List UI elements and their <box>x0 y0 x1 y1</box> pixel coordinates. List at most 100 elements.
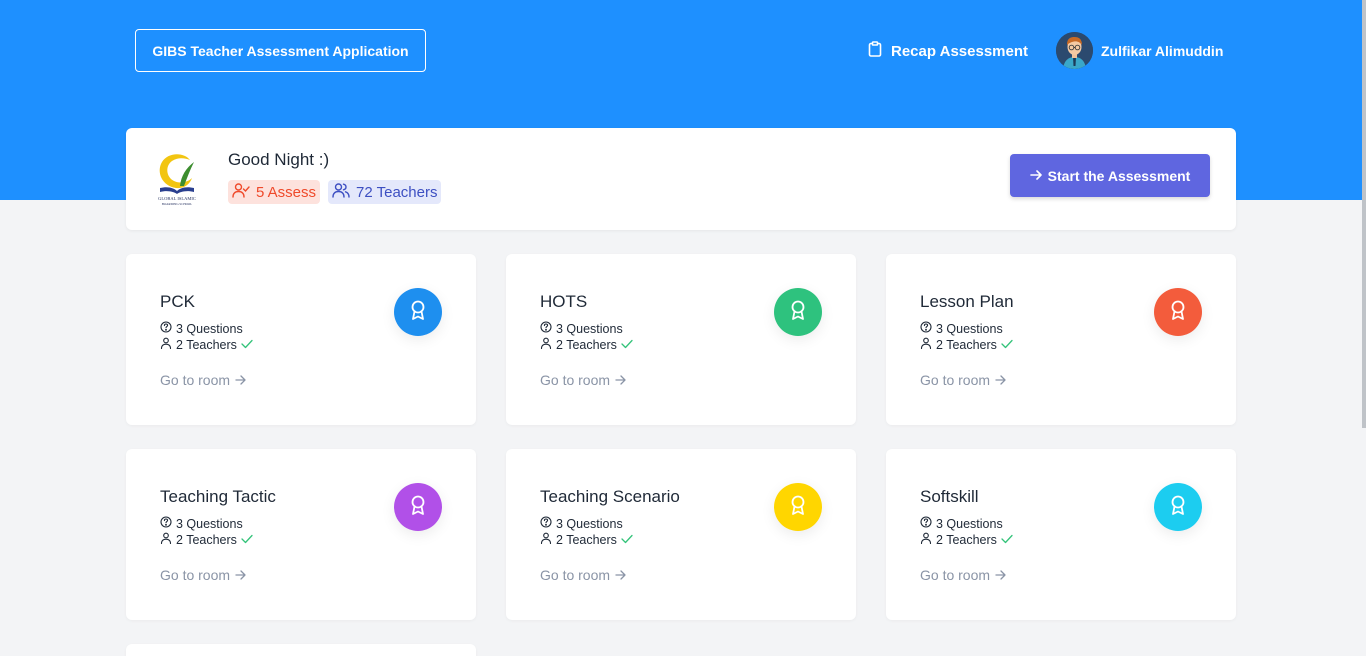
award-icon <box>408 494 428 521</box>
check-icon <box>1001 338 1013 352</box>
user-menu[interactable]: Zulfikar Alimuddin <box>1056 32 1223 69</box>
user-icon <box>920 532 932 547</box>
greeting-text: Good Night :) <box>228 150 330 169</box>
teachers-count: 2 Teachers <box>540 532 633 547</box>
arrow-right-icon <box>995 567 1006 583</box>
go-to-room-link[interactable]: Go to room <box>920 567 1006 583</box>
user-name: Zulfikar Alimuddin <box>1101 42 1224 59</box>
teachers-count-label: 72 Teachers <box>356 183 438 201</box>
award-icon <box>788 494 808 521</box>
go-to-room-label: Go to room <box>540 567 611 583</box>
card-title: Teaching Tactic <box>160 487 276 506</box>
go-to-room-link[interactable]: Go to room <box>160 372 246 388</box>
award-icon <box>1168 299 1188 326</box>
users-icon <box>332 182 350 202</box>
user-icon <box>920 337 932 352</box>
user-icon <box>160 337 172 352</box>
card-title: Teaching Scenario <box>540 487 680 506</box>
questions-label: 3 Questions <box>936 516 1003 531</box>
check-icon <box>621 338 633 352</box>
question-circle-icon <box>540 516 552 531</box>
card-title: Softskill <box>920 487 979 506</box>
assessment-card[interactable]: Teaching Scenario 3 Questions 2 Teachers Go… <box>506 449 856 620</box>
assessment-card[interactable]: Teaching Tactic 3 Questions 2 Teachers Go t… <box>126 449 476 620</box>
go-to-room-link[interactable]: Go to room <box>920 372 1006 388</box>
go-to-room-link[interactable]: Go to room <box>160 567 246 583</box>
question-circle-icon <box>920 516 932 531</box>
teachers-count: 2 Teachers <box>920 532 1013 547</box>
assess-count-badge: 5 Assess <box>228 180 321 204</box>
assess-count-label: 5 Assess <box>256 183 317 201</box>
teachers-count: 2 Teachers <box>160 532 253 547</box>
go-to-room-label: Go to room <box>160 567 231 583</box>
stats-badges: 5 Assess 72 Teachers <box>228 180 442 204</box>
arrow-right-icon <box>235 372 246 388</box>
questions-count: 3 Questions <box>540 516 623 531</box>
teachers-label: 2 Teachers <box>556 532 617 547</box>
recap-assessment-label: Recap Assessment <box>891 42 1029 60</box>
questions-count: 3 Questions <box>920 321 1003 336</box>
start-assessment-button[interactable]: Start the Assessment <box>1010 154 1210 197</box>
user-icon <box>540 532 552 547</box>
questions-count: 3 Questions <box>160 321 243 336</box>
clipboard-icon <box>868 41 882 61</box>
check-icon <box>1001 533 1013 547</box>
assessment-card[interactable]: Lesson Plan 3 Questions 2 Teachers Go to ro… <box>886 254 1236 425</box>
award-icon <box>1168 494 1188 521</box>
teachers-label: 2 Teachers <box>556 337 617 352</box>
award-badge <box>1154 483 1202 531</box>
teachers-count: 2 Teachers <box>920 337 1013 352</box>
questions-count: 3 Questions <box>540 321 623 336</box>
questions-count: 3 Questions <box>920 516 1003 531</box>
check-icon <box>241 533 253 547</box>
questions-count: 3 Questions <box>160 516 243 531</box>
assessment-card[interactable]: Softskill 3 Questions 2 Teachers Go to room <box>886 449 1236 620</box>
questions-label: 3 Questions <box>556 321 623 336</box>
school-logo: GLOBAL ISLAMIC BOARDING SCHOOL <box>150 146 204 210</box>
assessment-card[interactable]: PCK 3 Questions 2 Teachers Go to room <box>126 254 476 425</box>
questions-label: 3 Questions <box>936 321 1003 336</box>
user-icon <box>540 337 552 352</box>
check-icon <box>621 533 633 547</box>
award-badge <box>774 288 822 336</box>
award-badge <box>394 288 442 336</box>
question-circle-icon <box>160 516 172 531</box>
recap-assessment-link[interactable]: Recap Assessment <box>868 40 1028 62</box>
questions-label: 3 Questions <box>176 516 243 531</box>
user-check-icon <box>232 182 250 202</box>
arrow-right-icon <box>615 372 626 388</box>
card-title: Lesson Plan <box>920 292 1014 311</box>
go-to-room-label: Go to room <box>540 372 611 388</box>
page-scrollbar[interactable] <box>1362 0 1366 428</box>
go-to-room-link[interactable]: Go to room <box>540 372 626 388</box>
award-badge <box>1154 288 1202 336</box>
arrow-right-icon <box>235 567 246 583</box>
go-to-room-label: Go to room <box>160 372 231 388</box>
arrow-right-icon <box>1029 168 1042 184</box>
teachers-label: 2 Teachers <box>936 532 997 547</box>
award-badge <box>774 483 822 531</box>
question-circle-icon <box>920 321 932 336</box>
svg-text:BOARDING SCHOOL: BOARDING SCHOOL <box>162 202 192 206</box>
teachers-count-badge: 72 Teachers <box>328 180 442 204</box>
app-title-button[interactable]: GIBS Teacher Assessment Application <box>135 29 426 72</box>
card-title: PCK <box>160 292 195 311</box>
award-icon <box>788 299 808 326</box>
go-to-room-link[interactable]: Go to room <box>540 567 626 583</box>
assessment-card[interactable]: HOTS 3 Questions 2 Teachers Go to room <box>506 254 856 425</box>
award-badge <box>394 483 442 531</box>
greeting-banner: GLOBAL ISLAMIC BOARDING SCHOOL Good Nigh… <box>126 128 1236 230</box>
user-icon <box>160 532 172 547</box>
assessment-card-partial <box>126 644 476 656</box>
card-title: HOTS <box>540 292 588 311</box>
teachers-count: 2 Teachers <box>540 337 633 352</box>
teachers-label: 2 Teachers <box>936 337 997 352</box>
questions-label: 3 Questions <box>176 321 243 336</box>
check-icon <box>241 338 253 352</box>
teachers-label: 2 Teachers <box>176 532 237 547</box>
avatar <box>1056 32 1093 69</box>
question-circle-icon <box>160 321 172 336</box>
arrow-right-icon <box>995 372 1006 388</box>
arrow-right-icon <box>615 567 626 583</box>
svg-text:GLOBAL ISLAMIC: GLOBAL ISLAMIC <box>158 196 196 201</box>
